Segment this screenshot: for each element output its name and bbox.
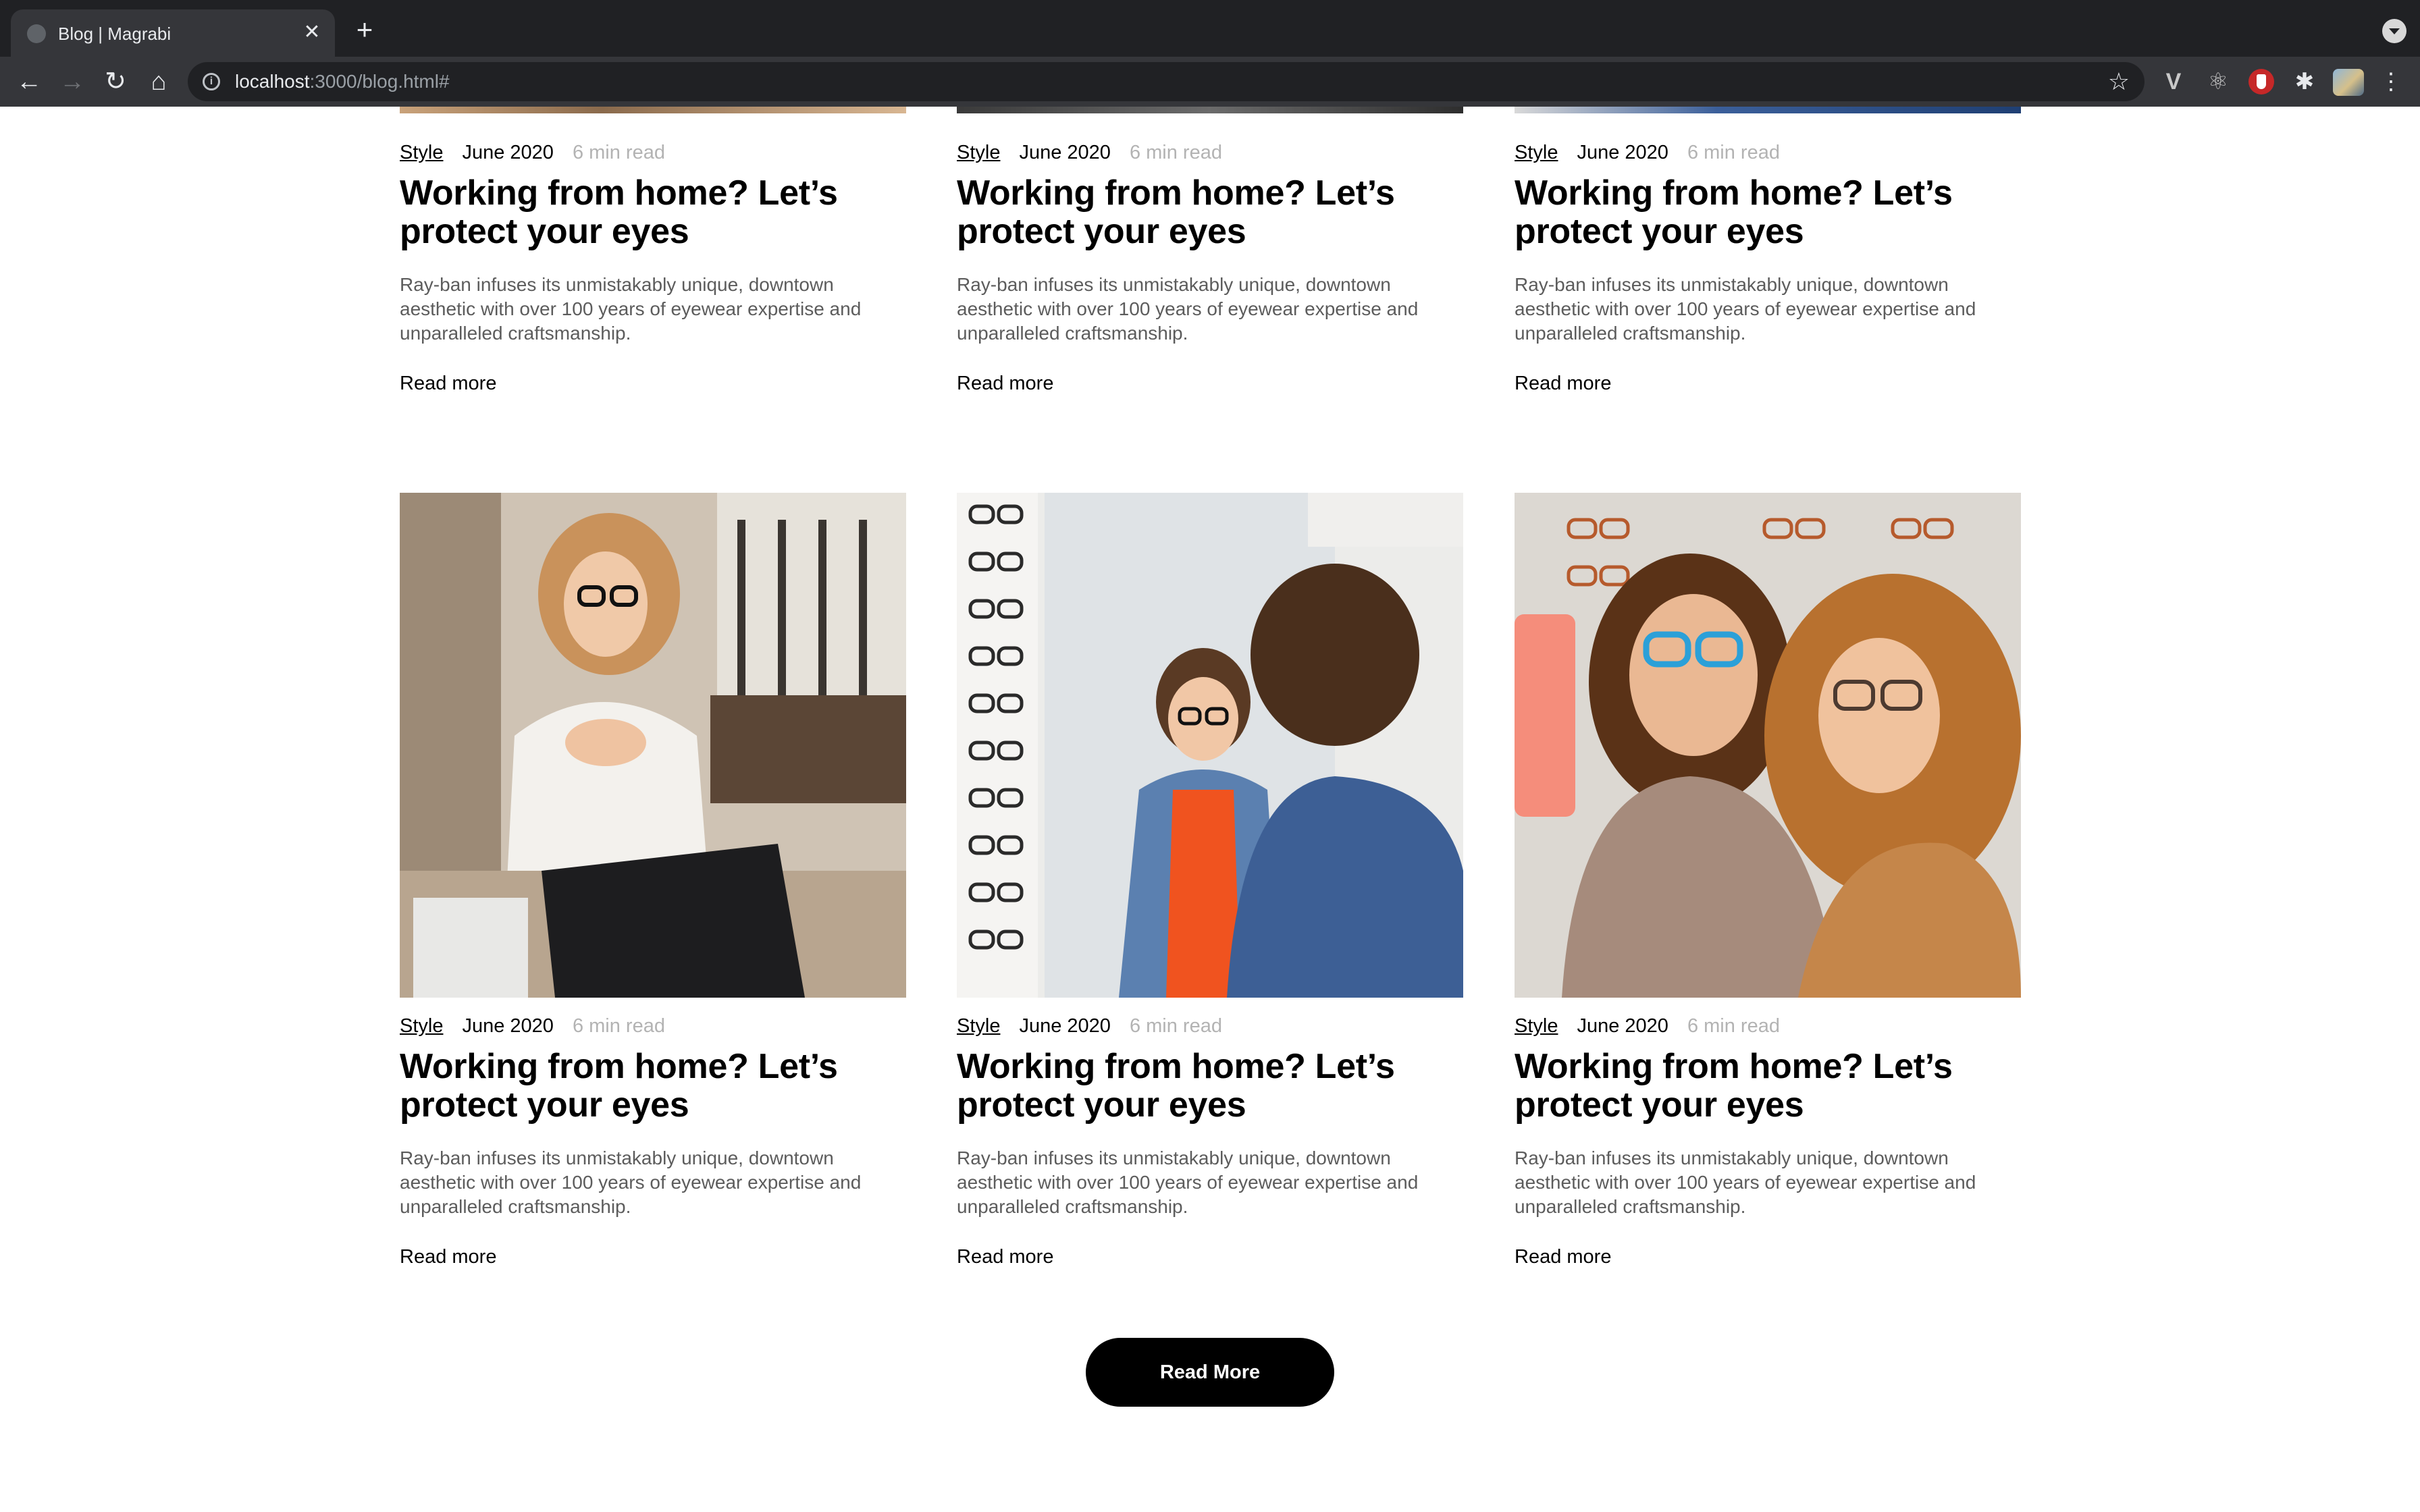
- new-tab-button[interactable]: +: [351, 16, 378, 44]
- post-meta: Style June 2020 6 min read: [400, 140, 665, 165]
- post-image[interactable]: [400, 493, 906, 998]
- post-date: June 2020: [1019, 142, 1111, 163]
- home-icon: ⌂: [151, 68, 167, 96]
- puzzle-icon[interactable]: ✱: [2292, 69, 2317, 94]
- profile-avatar[interactable]: [2333, 69, 2364, 96]
- tab-title: Blog | Magrabi: [58, 24, 172, 44]
- url-text[interactable]: localhost:3000/blog.html#: [235, 69, 450, 94]
- post-excerpt: Ray-ban infuses its unmistakably unique,…: [957, 1148, 1419, 1217]
- post-date: June 2020: [462, 1015, 554, 1037]
- reload-icon: ↻: [105, 68, 126, 96]
- read-time: 6 min read: [572, 142, 665, 163]
- post-date: June 2020: [1019, 1015, 1111, 1037]
- post-date: June 2020: [1577, 1015, 1668, 1037]
- post-excerpt: Ray-ban infuses its unmistakably unique,…: [400, 1148, 862, 1217]
- browser-tab-bar: Blog | Magrabi ✕ +: [0, 0, 2420, 57]
- load-more-button[interactable]: Read More: [1086, 1338, 1334, 1407]
- category-link[interactable]: Style: [1515, 142, 1558, 163]
- read-more-link[interactable]: Read more: [957, 1245, 1053, 1269]
- post-meta: Style June 2020 6 min read: [1515, 1014, 1780, 1038]
- read-more-link[interactable]: Read more: [957, 371, 1053, 396]
- post-title[interactable]: Working from home? Let’s protect your ey…: [957, 174, 1463, 251]
- read-time: 6 min read: [1129, 142, 1222, 163]
- post-title[interactable]: Working from home? Let’s protect your ey…: [1515, 174, 2021, 251]
- category-link[interactable]: Style: [957, 142, 1000, 163]
- category-link[interactable]: Style: [400, 142, 443, 163]
- post-title[interactable]: Working from home? Let’s protect your ey…: [400, 174, 906, 251]
- read-more-link[interactable]: Read more: [400, 371, 496, 396]
- post-meta: Style June 2020 6 min read: [1515, 140, 1780, 165]
- post-title[interactable]: Working from home? Let’s protect your ey…: [1515, 1048, 2021, 1125]
- post-date: June 2020: [1577, 142, 1668, 163]
- category-link[interactable]: Style: [1515, 1015, 1558, 1037]
- close-tab-icon[interactable]: ✕: [300, 20, 324, 45]
- boy-trying-glasses-photo: [957, 493, 1463, 998]
- browser-tab[interactable]: Blog | Magrabi ✕: [11, 9, 335, 57]
- tab-search-icon[interactable]: [2382, 19, 2406, 43]
- url-host: localhost: [235, 71, 310, 92]
- post-image-cropped[interactable]: [1515, 107, 2021, 113]
- post-meta: Style June 2020 6 min read: [957, 1014, 1222, 1038]
- read-more-link[interactable]: Read more: [1515, 371, 1611, 396]
- girls-trying-glasses-photo: [1515, 493, 2021, 998]
- reload-button[interactable]: ↻: [99, 65, 132, 99]
- back-button[interactable]: ←: [12, 65, 46, 99]
- post-meta: Style June 2020 6 min read: [400, 1014, 665, 1038]
- post-title[interactable]: Working from home? Let’s protect your ey…: [957, 1048, 1463, 1125]
- browser-toolbar: ← → ↻ ⌂ i localhost:3000/blog.html# ☆ V …: [0, 57, 2420, 107]
- forward-button[interactable]: →: [55, 65, 89, 99]
- post-image-cropped[interactable]: [400, 107, 906, 113]
- post-excerpt: Ray-ban infuses its unmistakably unique,…: [1515, 274, 1976, 344]
- post-image-cropped[interactable]: [957, 107, 1463, 113]
- arrow-right-icon: →: [59, 68, 85, 96]
- kebab-menu-icon[interactable]: ⋮: [2378, 69, 2404, 94]
- star-icon[interactable]: ☆: [2108, 68, 2130, 96]
- info-icon[interactable]: i: [203, 73, 220, 90]
- read-more-link[interactable]: Read more: [400, 1245, 496, 1269]
- vue-devtools-icon[interactable]: V: [2161, 69, 2186, 94]
- read-time: 6 min read: [1687, 142, 1780, 163]
- post-excerpt: Ray-ban infuses its unmistakably unique,…: [400, 274, 862, 344]
- arrow-left-icon: ←: [16, 68, 42, 96]
- read-time: 6 min read: [572, 1015, 665, 1037]
- post-meta: Style June 2020 6 min read: [957, 140, 1222, 165]
- post-image[interactable]: [957, 493, 1463, 998]
- post-date: June 2020: [462, 142, 554, 163]
- extension-shield-icon[interactable]: [2248, 69, 2274, 94]
- react-devtools-icon[interactable]: ⚛: [2205, 69, 2231, 94]
- home-button[interactable]: ⌂: [142, 65, 176, 99]
- read-time: 6 min read: [1687, 1015, 1780, 1037]
- post-image[interactable]: [1515, 493, 2021, 998]
- read-time: 6 min read: [1129, 1015, 1222, 1037]
- read-more-link[interactable]: Read more: [1515, 1245, 1611, 1269]
- category-link[interactable]: Style: [957, 1015, 1000, 1037]
- post-title[interactable]: Working from home? Let’s protect your ey…: [400, 1048, 906, 1125]
- address-bar[interactable]: i localhost:3000/blog.html# ☆: [188, 62, 2145, 101]
- url-path: :3000/blog.html#: [309, 71, 450, 92]
- woman-with-glasses-photo: [400, 493, 906, 998]
- category-link[interactable]: Style: [400, 1015, 443, 1037]
- blog-page: Style June 2020 6 min read Working from ho…: [0, 107, 2420, 1512]
- globe-icon: [27, 24, 46, 43]
- post-excerpt: Ray-ban infuses its unmistakably unique,…: [957, 274, 1419, 344]
- post-excerpt: Ray-ban infuses its unmistakably unique,…: [1515, 1148, 1976, 1217]
